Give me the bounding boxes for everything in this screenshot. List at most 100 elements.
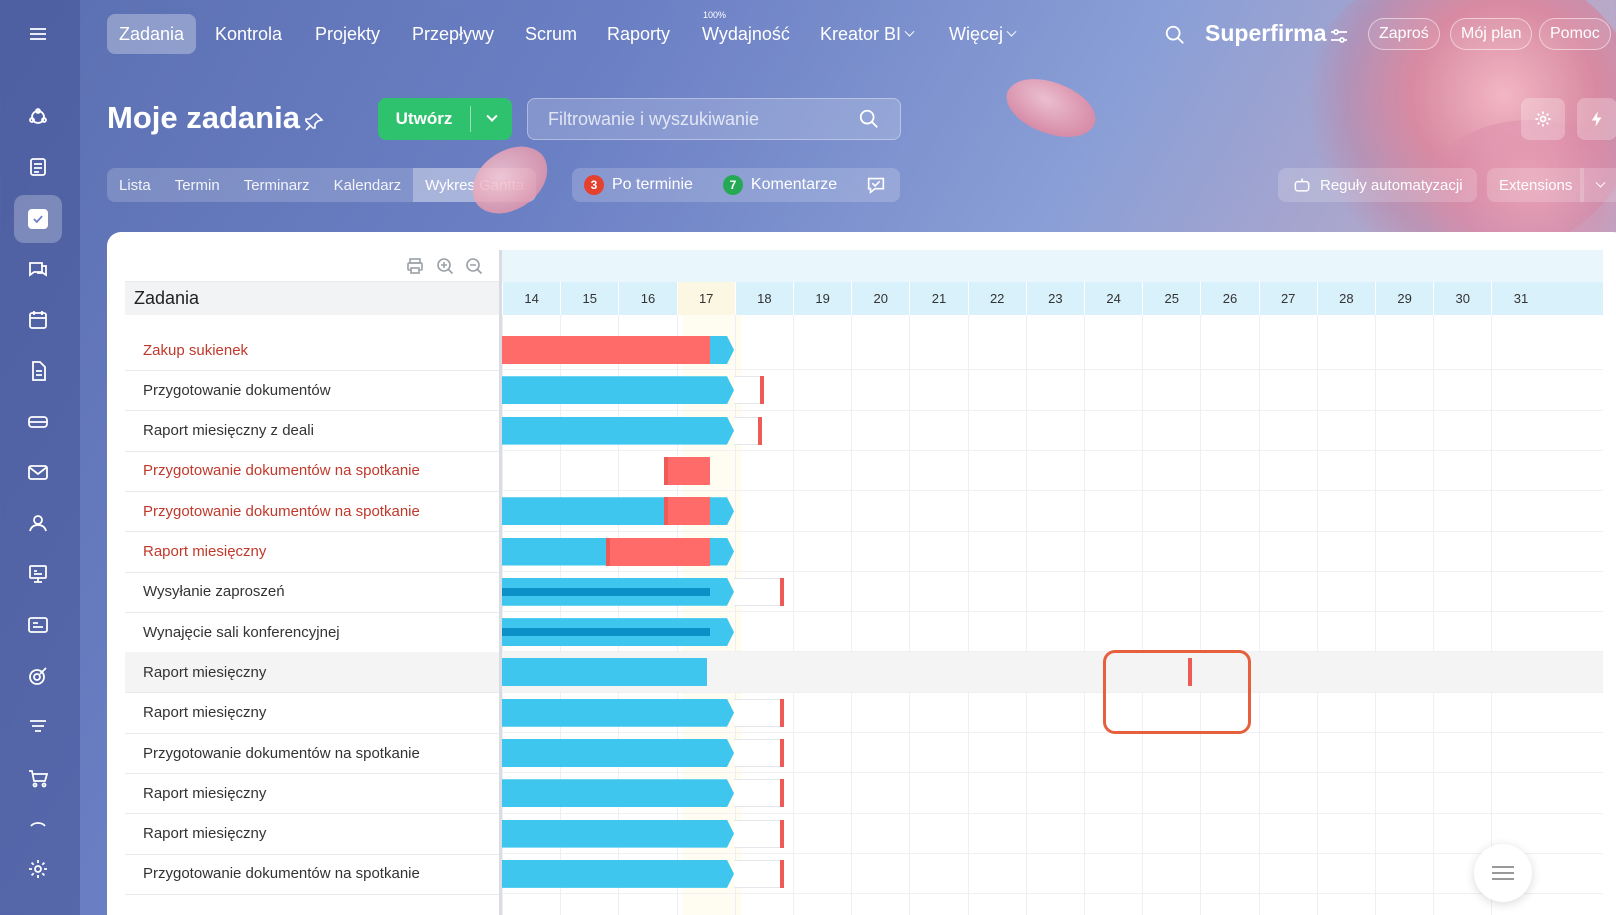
task-bar[interactable]	[502, 699, 734, 727]
background-petal	[998, 63, 1104, 153]
nav-label: Więcej	[949, 23, 1004, 44]
news-icon[interactable]	[14, 143, 62, 191]
mail-icon[interactable]	[14, 448, 62, 496]
deadline-marker	[606, 537, 610, 566]
nav-control[interactable]: Kontrola	[203, 14, 294, 54]
zoom-in-icon[interactable]	[436, 257, 454, 275]
task-row[interactable]: Przygotowanie dokumentów na spotkanie	[125, 451, 500, 492]
task-bar[interactable]	[502, 820, 734, 848]
gantt-row-line	[502, 530, 1603, 532]
task-row[interactable]: Zakup sukienek	[125, 330, 500, 371]
gantt-gridline	[1200, 315, 1202, 915]
tab-calendar[interactable]: Kalendarz	[322, 168, 414, 202]
task-row[interactable]: Raport miesięczny z deali	[125, 411, 500, 452]
automation-flash-button[interactable]	[1577, 98, 1616, 140]
document-icon[interactable]	[14, 347, 62, 395]
task-row[interactable]: Wysyłanie zaproszeń	[125, 572, 500, 613]
nav-efficiency[interactable]: Wydajność	[690, 14, 802, 54]
gantt-day-label: 26	[1200, 282, 1258, 315]
nav-reports[interactable]: Raporty	[595, 14, 682, 54]
nav-projects[interactable]: Projekty	[303, 14, 392, 54]
gantt-row-line	[502, 893, 1603, 895]
overdue-bar[interactable]	[664, 497, 710, 526]
contacts-icon[interactable]	[14, 499, 62, 547]
tasks-icon[interactable]	[14, 195, 62, 243]
task-bar[interactable]	[502, 739, 734, 767]
task-row[interactable]: Raport miesięczny	[125, 532, 500, 573]
calendar-icon[interactable]	[14, 296, 62, 344]
task-row[interactable]: Przygotowanie dokumentów na spotkanie	[125, 854, 500, 895]
tab-planner[interactable]: Terminarz	[232, 168, 322, 202]
extensions-dropdown[interactable]	[1580, 168, 1616, 202]
search-input[interactable]	[548, 108, 858, 130]
nav-scrum[interactable]: Scrum	[513, 14, 589, 54]
nav-bi-builder[interactable]: Kreator BI	[808, 14, 925, 54]
tab-list[interactable]: Lista	[107, 168, 163, 202]
gantt-gridline	[1491, 315, 1493, 915]
overdue-bar[interactable]	[606, 537, 710, 566]
collapse-icon[interactable]	[14, 800, 62, 848]
comments-filter[interactable]: Komentarze	[751, 176, 837, 194]
invite-button[interactable]: Zaproś	[1368, 18, 1440, 50]
task-bar[interactable]	[502, 417, 734, 445]
cart-icon[interactable]	[14, 754, 62, 802]
task-row[interactable]: Wynajęcie sali konferencyjnej	[125, 612, 500, 654]
task-bar[interactable]	[502, 779, 734, 807]
filter-icon[interactable]	[14, 703, 62, 751]
gantt-day-label: 23	[1025, 282, 1084, 315]
deadline-gap	[734, 819, 784, 848]
crm-icon[interactable]	[14, 550, 62, 598]
gantt-day-label: 30	[1433, 282, 1491, 315]
task-row[interactable]: Raport miesięczny	[125, 693, 500, 734]
drive-icon[interactable]	[14, 398, 62, 446]
task-bar[interactable]	[502, 658, 707, 687]
task-row[interactable]: Raport miesięczny	[125, 773, 500, 815]
company-settings-icon[interactable]	[1330, 28, 1348, 44]
gear-icon	[1535, 111, 1551, 127]
gantt-gridline	[1025, 315, 1027, 915]
gantt-day-label: 16	[618, 282, 676, 315]
deadline-marker	[758, 416, 762, 445]
search-box[interactable]	[527, 98, 901, 140]
create-dropdown[interactable]	[471, 110, 512, 123]
search-icon[interactable]	[1164, 24, 1186, 46]
menu-icon[interactable]	[14, 10, 62, 58]
chat-icon[interactable]	[14, 245, 62, 293]
print-icon[interactable]	[406, 257, 424, 275]
chat-check-icon[interactable]	[865, 174, 887, 196]
help-button[interactable]: Pomoc	[1539, 18, 1611, 50]
create-button[interactable]: Utwórz	[378, 98, 512, 140]
task-row[interactable]: Raport miesięczny	[125, 652, 500, 694]
zoom-out-icon[interactable]	[465, 257, 483, 275]
task-row[interactable]: Przygotowanie dokumentów na spotkanie	[125, 733, 500, 774]
settings-button[interactable]	[1521, 98, 1565, 140]
overdue-bar[interactable]	[502, 336, 710, 364]
gantt-day-label: 17	[676, 282, 735, 315]
my-plan-button[interactable]: Mój plan	[1450, 18, 1533, 50]
overdue-filter[interactable]: Po terminie	[612, 176, 693, 194]
overdue-bar[interactable]	[664, 456, 710, 485]
tab-gantt[interactable]: Wykres Gantta	[413, 168, 537, 202]
nav-more[interactable]: Więcej	[937, 14, 1027, 54]
pin-icon[interactable]	[304, 112, 324, 132]
task-row[interactable]: Przygotowanie dokumentów na spotkanie	[125, 491, 500, 533]
extensions-button[interactable]: Extensions	[1487, 168, 1585, 202]
gantt-gridline	[1433, 315, 1435, 915]
feed-icon[interactable]	[14, 93, 62, 141]
list-menu-button[interactable]	[1474, 844, 1532, 902]
nav-tasks[interactable]: Zadania	[107, 14, 197, 54]
automation-rules-button[interactable]: Reguły automatyzacji	[1278, 168, 1477, 202]
target-icon[interactable]	[14, 652, 62, 700]
company-name[interactable]: Superfirma	[1205, 20, 1326, 47]
cards-icon[interactable]	[14, 601, 62, 649]
tab-deadline[interactable]: Termin	[163, 168, 232, 202]
task-row[interactable]: Przygotowanie dokumentów	[125, 370, 500, 412]
search-icon[interactable]	[858, 108, 880, 130]
task-bar[interactable]	[502, 860, 734, 888]
gantt-day-label: 19	[793, 282, 851, 315]
nav-flows[interactable]: Przepływy	[400, 14, 506, 54]
settings-icon[interactable]	[14, 845, 62, 893]
task-row[interactable]: Raport miesięczny	[125, 814, 500, 855]
task-bar[interactable]	[502, 376, 734, 404]
deadline-marker	[780, 739, 784, 767]
